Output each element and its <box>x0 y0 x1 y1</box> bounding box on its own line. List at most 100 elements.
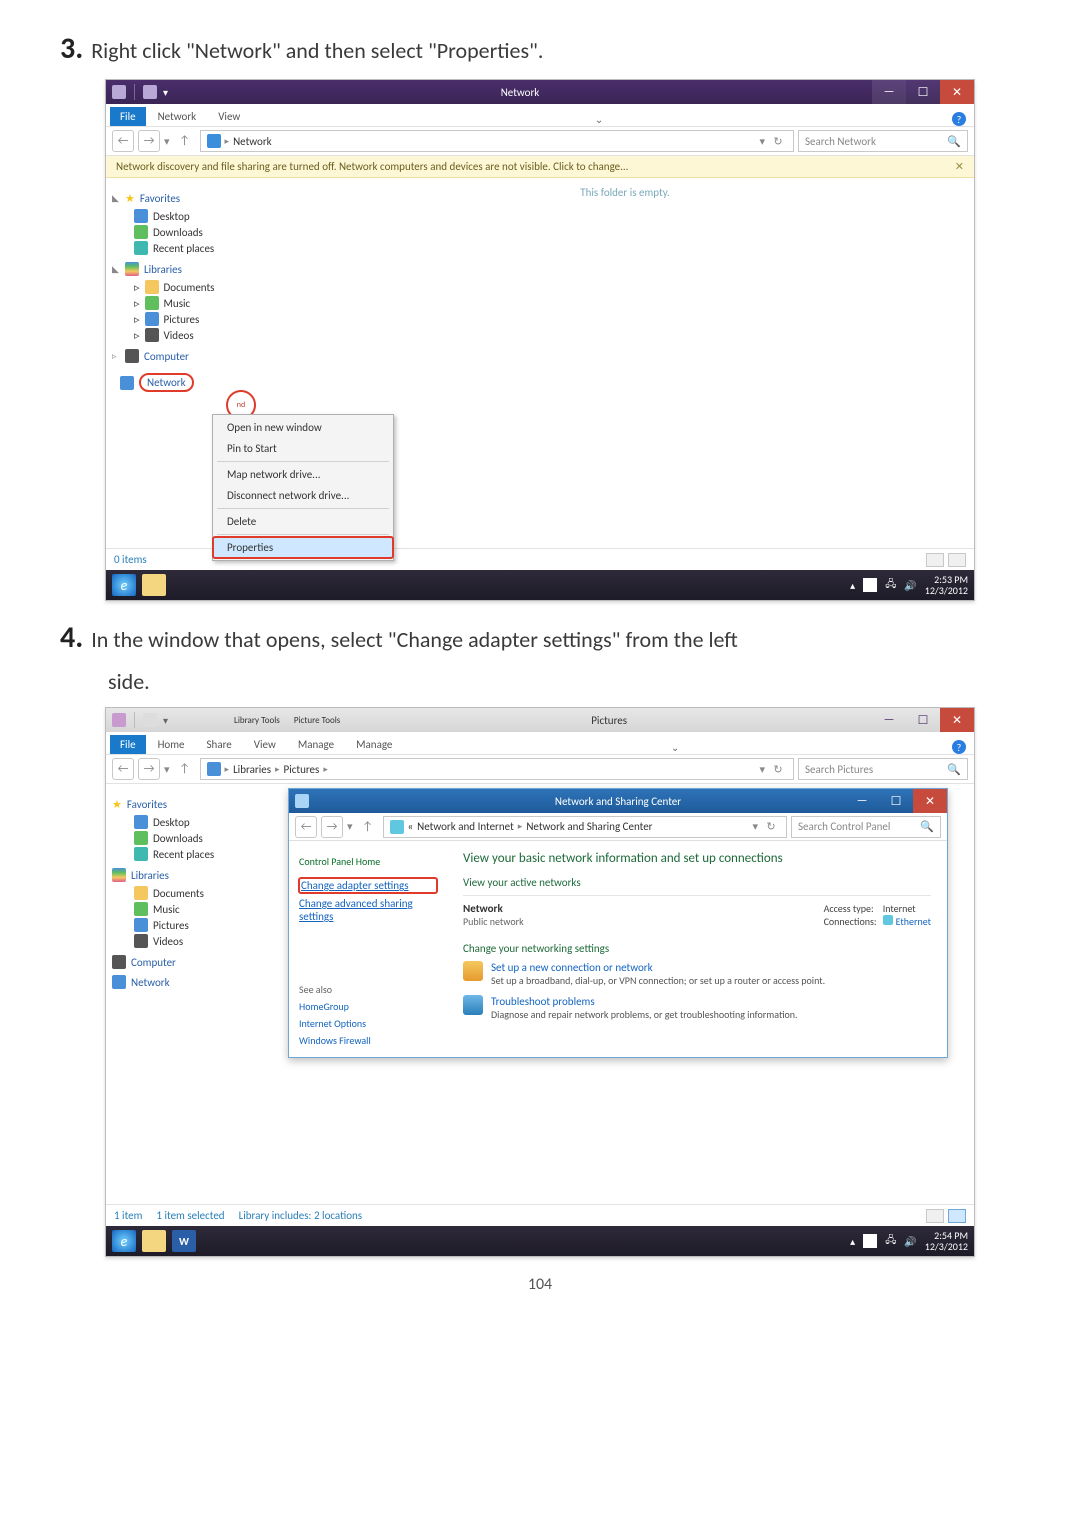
control-panel-home-link[interactable]: Control Panel Home <box>299 855 437 868</box>
minimize-button[interactable]: — <box>845 789 879 813</box>
close-button[interactable]: ✕ <box>940 708 974 732</box>
back-button[interactable]: ← <box>112 758 134 780</box>
tab-home[interactable]: Home <box>148 735 195 754</box>
sidebar-item-downloads[interactable]: Downloads <box>112 224 270 240</box>
ctx-open-new-window[interactable]: Open in new window <box>213 417 393 438</box>
sidebar-computer[interactable]: ▹ Computer <box>112 349 270 363</box>
tray-clock[interactable]: 2:54 PM 12/3/2012 <box>925 1230 968 1252</box>
tray-network-icon[interactable]: 🖧 <box>885 1233 896 1250</box>
search-input[interactable]: Search Control Panel 🔍 <box>791 816 941 838</box>
sidebar-network[interactable]: Network <box>112 975 270 989</box>
expand-icon[interactable]: ▹ <box>134 329 140 342</box>
maximize-button[interactable]: ☐ <box>906 708 940 732</box>
tab-network[interactable]: Network <box>148 107 207 126</box>
expand-icon[interactable]: ▹ <box>134 313 140 326</box>
maximize-button[interactable]: ☐ <box>906 80 940 104</box>
ctx-properties[interactable]: Properties <box>213 537 393 558</box>
up-button[interactable]: ↑ <box>357 816 379 838</box>
view-details-button[interactable] <box>926 553 944 567</box>
sidebar-item-music[interactable]: Music <box>112 901 270 917</box>
windows-firewall-link[interactable]: Windows Firewall <box>299 1034 437 1047</box>
expand-icon[interactable]: ▹ <box>134 297 140 310</box>
taskbar-explorer-icon[interactable] <box>142 574 166 596</box>
tab-manage-lib[interactable]: Manage <box>288 735 344 754</box>
back-button[interactable]: ← <box>112 130 134 152</box>
maximize-button[interactable]: ☐ <box>879 789 913 813</box>
ctx-disconnect-drive[interactable]: Disconnect network drive... <box>213 485 393 506</box>
tray-chevron-icon[interactable]: ▴ <box>850 1235 855 1248</box>
crumb-pictures[interactable]: Pictures <box>284 763 320 776</box>
sidebar-item-documents[interactable]: ▹Documents <box>112 279 270 295</box>
tab-view[interactable]: View <box>208 107 250 126</box>
sidebar-item-downloads[interactable]: Downloads <box>112 830 270 846</box>
up-button[interactable]: ↑ <box>174 130 196 152</box>
expand-icon[interactable]: ▹ <box>112 351 120 362</box>
sidebar-computer[interactable]: Computer <box>112 955 270 969</box>
history-dropdown-icon[interactable]: ▾ <box>164 135 170 148</box>
homegroup-link[interactable]: HomeGroup <box>299 1000 437 1013</box>
sidebar-item-music[interactable]: ▹Music <box>112 295 270 311</box>
taskbar-ie-icon[interactable]: e <box>112 1230 136 1252</box>
tray-flag-icon[interactable] <box>863 1234 877 1248</box>
up-button[interactable]: ↑ <box>174 758 196 780</box>
ctx-pin-to-start[interactable]: Pin to Start <box>213 438 393 459</box>
tray-volume-icon[interactable]: 🔊 <box>904 579 916 592</box>
subwindow-breadcrumb[interactable]: « Network and Internet ▸ Network and Sha… <box>383 816 787 838</box>
sidebar-item-recent[interactable]: Recent places <box>112 240 270 256</box>
tab-file[interactable]: File <box>110 107 146 126</box>
refresh-button[interactable]: ↻ <box>769 135 787 148</box>
ribbon-expand-icon[interactable]: ⌄ <box>671 741 679 754</box>
breadcrumb-path[interactable]: ▸ Libraries ▸ Pictures ▸ ▾ ↻ <box>200 758 794 780</box>
expand-icon[interactable]: ▹ <box>134 281 140 294</box>
sidebar-favorites[interactable]: ◣ ★ Favorites <box>112 192 270 205</box>
info-bar-close-icon[interactable]: ✕ <box>955 160 964 173</box>
sidebar-item-videos[interactable]: ▹Videos <box>112 327 270 343</box>
forward-button[interactable]: → <box>138 758 160 780</box>
history-dropdown-icon[interactable]: ▾ <box>164 763 170 776</box>
crumb-network[interactable]: Network <box>233 135 272 148</box>
forward-button[interactable]: → <box>138 130 160 152</box>
taskbar-word-icon[interactable]: W <box>172 1230 196 1252</box>
close-button[interactable]: ✕ <box>913 789 947 813</box>
sidebar-item-pictures[interactable]: Pictures <box>112 917 270 933</box>
connections-value-link[interactable]: Ethernet <box>896 915 931 928</box>
ctx-delete[interactable]: Delete <box>213 511 393 532</box>
sidebar-item-pictures[interactable]: ▹Pictures <box>112 311 270 327</box>
tray-chevron-icon[interactable]: ▴ <box>850 579 855 592</box>
tray-clock[interactable]: 2:53 PM 12/3/2012 <box>925 574 968 596</box>
troubleshoot-row[interactable]: Troubleshoot problems Diagnose and repai… <box>463 995 931 1021</box>
close-button[interactable]: ✕ <box>940 80 974 104</box>
refresh-button[interactable]: ↻ <box>769 763 787 776</box>
taskbar-ie-icon[interactable]: e <box>112 574 136 596</box>
tab-manage-pic[interactable]: Manage <box>346 735 402 754</box>
crumb-libraries[interactable]: Libraries <box>233 763 271 776</box>
tab-file[interactable]: File <box>110 735 146 754</box>
ribbon-expand-icon[interactable]: ⌄ <box>595 113 603 126</box>
sidebar-item-recent[interactable]: Recent places <box>112 846 270 862</box>
help-icon[interactable]: ? <box>952 740 966 754</box>
sidebar-item-desktop[interactable]: Desktop <box>112 208 270 224</box>
change-adapter-settings-link[interactable]: Change adapter settings <box>299 878 437 893</box>
view-details-button[interactable] <box>926 1209 944 1223</box>
tab-view[interactable]: View <box>244 735 286 754</box>
search-input[interactable]: Search Pictures 🔍 <box>798 758 968 780</box>
collapse-icon[interactable]: ◣ <box>112 193 120 204</box>
change-advanced-sharing-link[interactable]: Change advanced sharing settings <box>299 897 437 923</box>
history-dropdown-icon[interactable]: ▾ <box>347 820 353 833</box>
help-icon[interactable]: ? <box>952 112 966 126</box>
taskbar-explorer-icon[interactable] <box>142 1230 166 1252</box>
forward-button[interactable]: → <box>321 816 343 838</box>
view-large-button[interactable] <box>948 1209 966 1223</box>
sidebar-libraries[interactable]: Libraries <box>112 868 270 882</box>
sidebar-item-documents[interactable]: Documents <box>112 885 270 901</box>
qa-dropdown[interactable]: ▾ <box>163 714 168 727</box>
internet-options-link[interactable]: Internet Options <box>299 1017 437 1030</box>
view-large-button[interactable] <box>948 553 966 567</box>
sidebar-favorites[interactable]: ★ Favorites <box>112 798 270 811</box>
refresh-button[interactable]: ↻ <box>762 820 780 833</box>
crumb-net-internet[interactable]: Network and Internet <box>417 820 514 833</box>
search-input[interactable]: Search Network 🔍 <box>798 130 968 152</box>
crumb-nsc[interactable]: Network and Sharing Center <box>526 820 652 833</box>
breadcrumb-path[interactable]: ▸ Network ▾ ↻ <box>200 130 794 152</box>
tray-network-icon[interactable]: 🖧 <box>885 577 896 594</box>
